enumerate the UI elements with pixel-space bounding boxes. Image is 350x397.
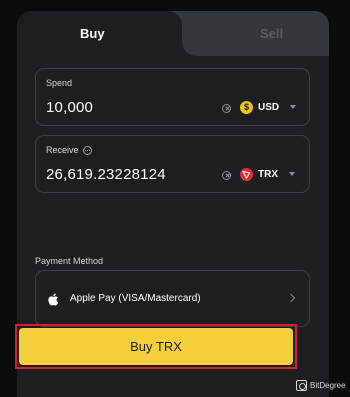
chevron-right-icon — [286, 293, 296, 303]
tab-buy-label: Buy — [80, 26, 105, 41]
receive-amount-value[interactable]: 26,619.23228124 — [46, 166, 166, 183]
watermark-text: BitDegree — [310, 381, 346, 390]
bitdegree-logo-icon — [296, 380, 307, 391]
payment-method-selector[interactable]: Apple Pay (VISA/Mastercard) — [35, 270, 310, 327]
buy-sell-tabs: Sell Buy — [17, 11, 329, 56]
spend-currency-code: USD — [258, 101, 280, 113]
spend-label-text: Spend — [46, 78, 73, 88]
spend-amount-input[interactable]: 10,000 — [46, 99, 93, 116]
tab-buy[interactable]: Buy — [17, 11, 196, 56]
spend-currency-selector[interactable]: $ USD — [240, 99, 297, 115]
chevron-down-icon — [289, 172, 295, 176]
bitdegree-watermark: BitDegree — [296, 380, 346, 391]
payment-method-name: Apple Pay (VISA/Mastercard) — [70, 293, 201, 304]
apple-icon — [48, 293, 59, 306]
spend-label: Spend — [46, 78, 72, 88]
receive-currency-code: TRX — [258, 168, 278, 180]
chevron-down-icon — [290, 105, 297, 109]
spend-field[interactable]: Spend 10,000 $ USD — [35, 68, 310, 126]
receive-field[interactable]: Receive 26,619.23228124 TRX — [35, 135, 310, 193]
trx-logo-shape — [242, 170, 251, 179]
receive-label: Receive — [46, 145, 92, 155]
buy-trx-button[interactable]: Buy TRX — [19, 328, 293, 365]
receive-currency-selector[interactable]: TRX — [240, 166, 295, 182]
tab-sell-label: Sell — [260, 26, 284, 41]
clear-spend-icon[interactable] — [222, 104, 231, 113]
receive-label-text: Receive — [46, 145, 79, 155]
clear-receive-icon[interactable] — [222, 171, 231, 180]
usd-coin-icon: $ — [240, 100, 253, 114]
payment-method-label: Payment Method — [35, 256, 104, 266]
trx-coin-icon — [240, 167, 253, 181]
info-icon[interactable] — [82, 145, 92, 155]
